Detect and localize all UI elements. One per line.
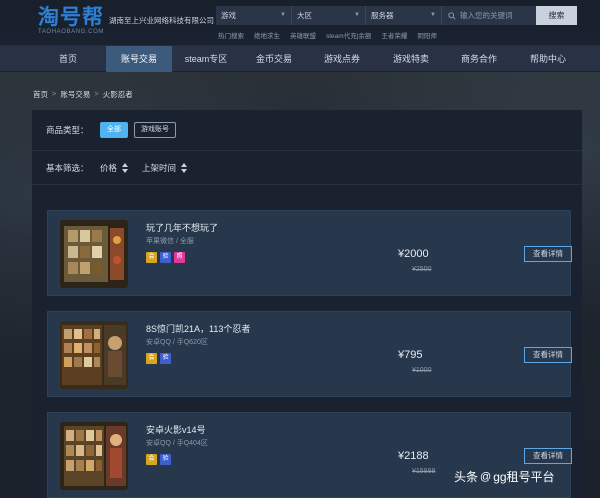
view-details-button[interactable]: 查看详情 (524, 448, 572, 464)
breadcrumb-home[interactable]: 首页 (33, 89, 48, 100)
basic-filter-label: 基本筛选： (46, 162, 89, 173)
product-card[interactable]: 安卓火影v14号 安卓QQ / 手Q404区 会 验 ¥2188 ¥15888 … (47, 412, 572, 498)
breadcrumb-account-trade[interactable]: 账号交易 (60, 89, 90, 100)
nav-item-game-points[interactable]: 游戏点券 (308, 46, 376, 72)
basic-filter-row: 基本筛选： 价格 上架时间 (32, 151, 582, 185)
product-price: ¥2000 (398, 248, 429, 260)
product-tags: 会 验 照 (146, 252, 185, 263)
product-card[interactable]: 8S惊门凯21A，113个忍者 安卓QQ / 手Q620区 会 验 ¥795 ¥… (47, 311, 572, 397)
view-details-button[interactable]: 查看详情 (524, 246, 572, 262)
nav-item-gold-trade[interactable]: 金币交易 (240, 46, 308, 72)
region-select-label: 大区 (297, 11, 312, 20)
main-nav: 首页 账号交易 steam专区 金币交易 游戏点券 游戏特卖 商务合作 帮助中心 (0, 45, 600, 72)
nav-item-home[interactable]: 首页 (30, 46, 106, 72)
product-title[interactable]: 安卓火影v14号 (146, 423, 206, 436)
hot-link[interactable]: 阴阳师 (417, 30, 437, 40)
watermark-at: @ (480, 470, 492, 483)
product-server: 苹果微信 / 全服 (146, 238, 194, 245)
nav-item-game-sale[interactable]: 游戏特卖 (376, 46, 446, 72)
product-original-price: ¥15888 (412, 468, 436, 475)
hot-link[interactable]: steam代充|余额 (326, 30, 371, 40)
region-select[interactable]: 大区 ▼ (292, 6, 366, 25)
chevron-down-icon: ▼ (354, 12, 360, 18)
product-original-price: ¥1000 (412, 367, 432, 374)
tag-badge: 照 (174, 252, 185, 263)
server-select[interactable]: 服务器 ▼ (366, 6, 442, 25)
breadcrumb: 首页 > 账号交易 > 火影忍者 (33, 89, 133, 100)
game-select-label: 游戏 (221, 11, 236, 20)
chevron-down-icon: ▼ (280, 12, 286, 18)
sort-price-label: 价格 (100, 162, 118, 173)
product-thumbnail[interactable] (60, 220, 128, 288)
product-price: ¥2188 (398, 450, 429, 462)
product-tags: 会 验 (146, 353, 171, 364)
search-icon (448, 11, 456, 20)
hot-link[interactable]: 绝地求生 (254, 30, 280, 40)
product-price: ¥795 (398, 349, 423, 361)
tag-badge: 会 (146, 353, 157, 364)
sort-price[interactable]: 价格 (100, 162, 129, 174)
product-title[interactable]: 玩了几年不想玩了 (146, 221, 218, 234)
game-screenshot-image (60, 422, 128, 490)
hot-search-label: 热门搜索 (218, 33, 244, 40)
product-server: 安卓QQ / 手Q620区 (146, 339, 208, 346)
type-option-game-account[interactable]: 游戏账号 (134, 122, 176, 138)
site-header: 淘号帮 TAOHAOBANG.COM 湖南至上兴业网络科技有限公司 游戏 ▼ 大… (0, 0, 600, 45)
breadcrumb-separator: > (94, 89, 99, 98)
tag-badge: 会 (146, 252, 157, 263)
product-card[interactable]: 玩了几年不想玩了 苹果微信 / 全服 会 验 照 ¥2000 ¥2500 查看详… (47, 210, 572, 296)
nav-item-account-trade[interactable]: 账号交易 (106, 46, 172, 72)
keyword-input[interactable]: 输入您的关键词 (442, 6, 536, 25)
type-option-all[interactable]: 全部 (100, 122, 128, 138)
toutiao-watermark: 头条 @ gg租号平台 (454, 468, 555, 485)
search-bar: 游戏 ▼ 大区 ▼ 服务器 ▼ 输入您的关键词 搜索 (216, 6, 582, 25)
type-filter-label: 商品类型： (46, 125, 89, 135)
server-select-label: 服务器 (371, 11, 394, 20)
sort-list-time[interactable]: 上架时间 (142, 162, 188, 174)
tag-badge: 验 (160, 353, 171, 364)
tag-badge: 验 (160, 454, 171, 465)
product-thumbnail[interactable] (60, 422, 128, 490)
type-filter-row: 商品类型： 全部 游戏账号 (32, 110, 582, 151)
site-logo[interactable]: 淘号帮 TAOHAOBANG.COM (38, 6, 104, 36)
watermark-handle: gg租号平台 (493, 470, 555, 484)
nav-item-help[interactable]: 帮助中心 (512, 46, 584, 72)
product-tags: 会 验 (146, 454, 171, 465)
hot-link[interactable]: 王者荣耀 (381, 30, 407, 40)
keyword-placeholder: 输入您的关键词 (460, 11, 513, 20)
product-thumbnail[interactable] (60, 321, 128, 389)
watermark-prefix: 头条 (454, 470, 479, 484)
chevron-down-icon: ▼ (430, 12, 436, 18)
view-details-button[interactable]: 查看详情 (524, 347, 572, 363)
tag-badge: 验 (160, 252, 171, 263)
hot-search-links: 热门搜索 绝地求生 英雄联盟 steam代充|余额 王者荣耀 阴阳师 (218, 30, 437, 40)
product-server: 安卓QQ / 手Q404区 (146, 440, 208, 447)
product-original-price: ¥2500 (412, 266, 432, 273)
nav-item-business[interactable]: 商务合作 (446, 46, 512, 72)
search-button[interactable]: 搜索 (536, 6, 577, 25)
breadcrumb-current: 火影忍者 (102, 90, 133, 99)
sort-list-time-label: 上架时间 (142, 162, 177, 173)
game-select[interactable]: 游戏 ▼ (216, 6, 292, 25)
game-screenshot-image (60, 220, 128, 288)
sort-icon (122, 162, 129, 173)
game-screenshot-image (60, 321, 128, 389)
company-name: 湖南至上兴业网络科技有限公司 (109, 16, 214, 25)
hot-link[interactable]: 英雄联盟 (290, 30, 316, 40)
nav-item-steam[interactable]: steam专区 (172, 46, 240, 72)
tag-badge: 会 (146, 454, 157, 465)
sort-icon (181, 162, 188, 173)
breadcrumb-separator: > (52, 89, 57, 98)
logo-domain: TAOHAOBANG.COM (38, 29, 104, 35)
logo-text: 淘号帮 (38, 5, 104, 29)
product-title[interactable]: 8S惊门凯21A，113个忍者 (146, 322, 250, 335)
listing-panel: 商品类型： 全部 游戏账号 基本筛选： 价格 上架时间 玩了几年不想玩了 苹果微… (32, 110, 582, 498)
